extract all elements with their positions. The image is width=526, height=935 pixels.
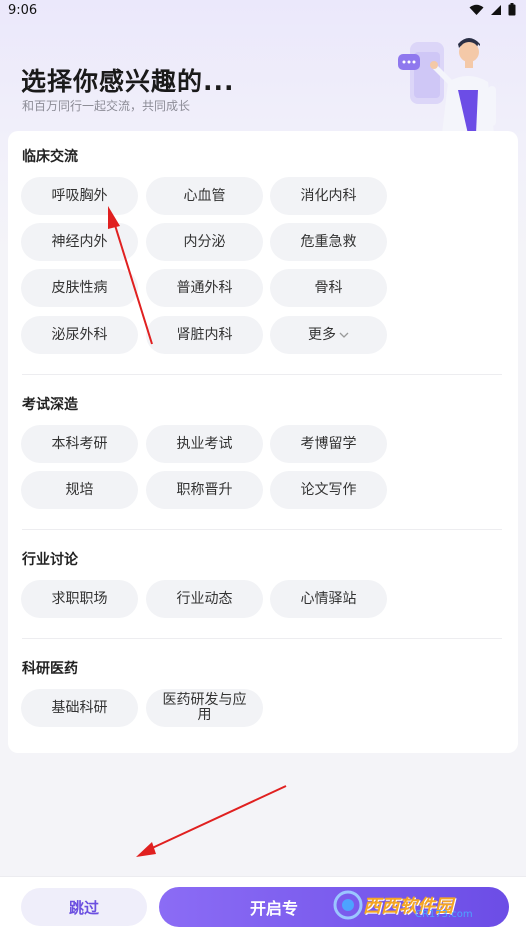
status-time: 9:06: [8, 3, 38, 18]
tag-item[interactable]: 危重急救: [270, 223, 387, 261]
tag-item[interactable]: 内分泌: [146, 223, 263, 261]
interest-card: 临床交流 呼吸胸外 心血管 消化内科 神经内外 内分泌 危重急救 皮肤性病 普通…: [8, 131, 518, 753]
tag-item[interactable]: 执业考试: [146, 425, 263, 463]
arrow-line-bottom: [149, 785, 287, 850]
more-label: 更多: [308, 326, 336, 343]
tag-item[interactable]: 基础科研: [21, 689, 138, 727]
tag-item[interactable]: 心血管: [146, 177, 263, 215]
tag-item[interactable]: 泌尿外科: [21, 316, 138, 354]
chevron-down-icon: [339, 332, 349, 338]
section-title: 考试深造: [22, 397, 78, 413]
divider: [22, 638, 502, 639]
tag-item[interactable]: 皮肤性病: [21, 269, 138, 307]
tag-item[interactable]: 呼吸胸外: [21, 177, 138, 215]
tag-item[interactable]: 心情驿站: [270, 580, 387, 618]
wifi-icon: [469, 4, 484, 15]
tag-item[interactable]: 普通外科: [146, 269, 263, 307]
start-label: 开启专: [249, 899, 298, 918]
tag-item[interactable]: 消化内科: [270, 177, 387, 215]
tag-item[interactable]: 骨科: [270, 269, 387, 307]
page-title: 选择你感兴趣的...: [21, 67, 235, 96]
tag-item[interactable]: 肾脏内科: [146, 316, 263, 354]
tag-item[interactable]: 本科考研: [21, 425, 138, 463]
section-title: 科研医药: [22, 661, 78, 677]
tag-item[interactable]: 考博留学: [270, 425, 387, 463]
watermark-logo: 西西软件园 CR173.com: [333, 884, 508, 926]
skip-button[interactable]: 跳过: [21, 888, 147, 926]
arrow-head-bottom: [136, 842, 156, 857]
divider: [22, 374, 502, 375]
tag-item[interactable]: 医药研发与应用: [146, 689, 263, 727]
section-title: 行业讨论: [22, 552, 78, 568]
divider: [22, 529, 502, 530]
watermark-icon: [333, 890, 363, 920]
section-title: 临床交流: [22, 149, 78, 165]
tag-item[interactable]: 职称晋升: [146, 471, 263, 509]
tag-item[interactable]: 规培: [21, 471, 138, 509]
tag-item[interactable]: 求职职场: [21, 580, 138, 618]
more-button[interactable]: 更多: [270, 316, 387, 354]
battery-icon: [508, 3, 516, 16]
status-bar: 9:06: [0, 0, 526, 24]
tag-item[interactable]: 行业动态: [146, 580, 263, 618]
doctor-illustration: [398, 38, 496, 134]
tag-item[interactable]: 神经内外: [21, 223, 138, 261]
signal-icon: [491, 4, 501, 15]
watermark-sub: CR173.com: [415, 909, 473, 920]
status-icons: [469, 3, 516, 16]
tag-item[interactable]: 论文写作: [270, 471, 387, 509]
page-subtitle: 和百万同行一起交流，共同成长: [22, 99, 191, 113]
